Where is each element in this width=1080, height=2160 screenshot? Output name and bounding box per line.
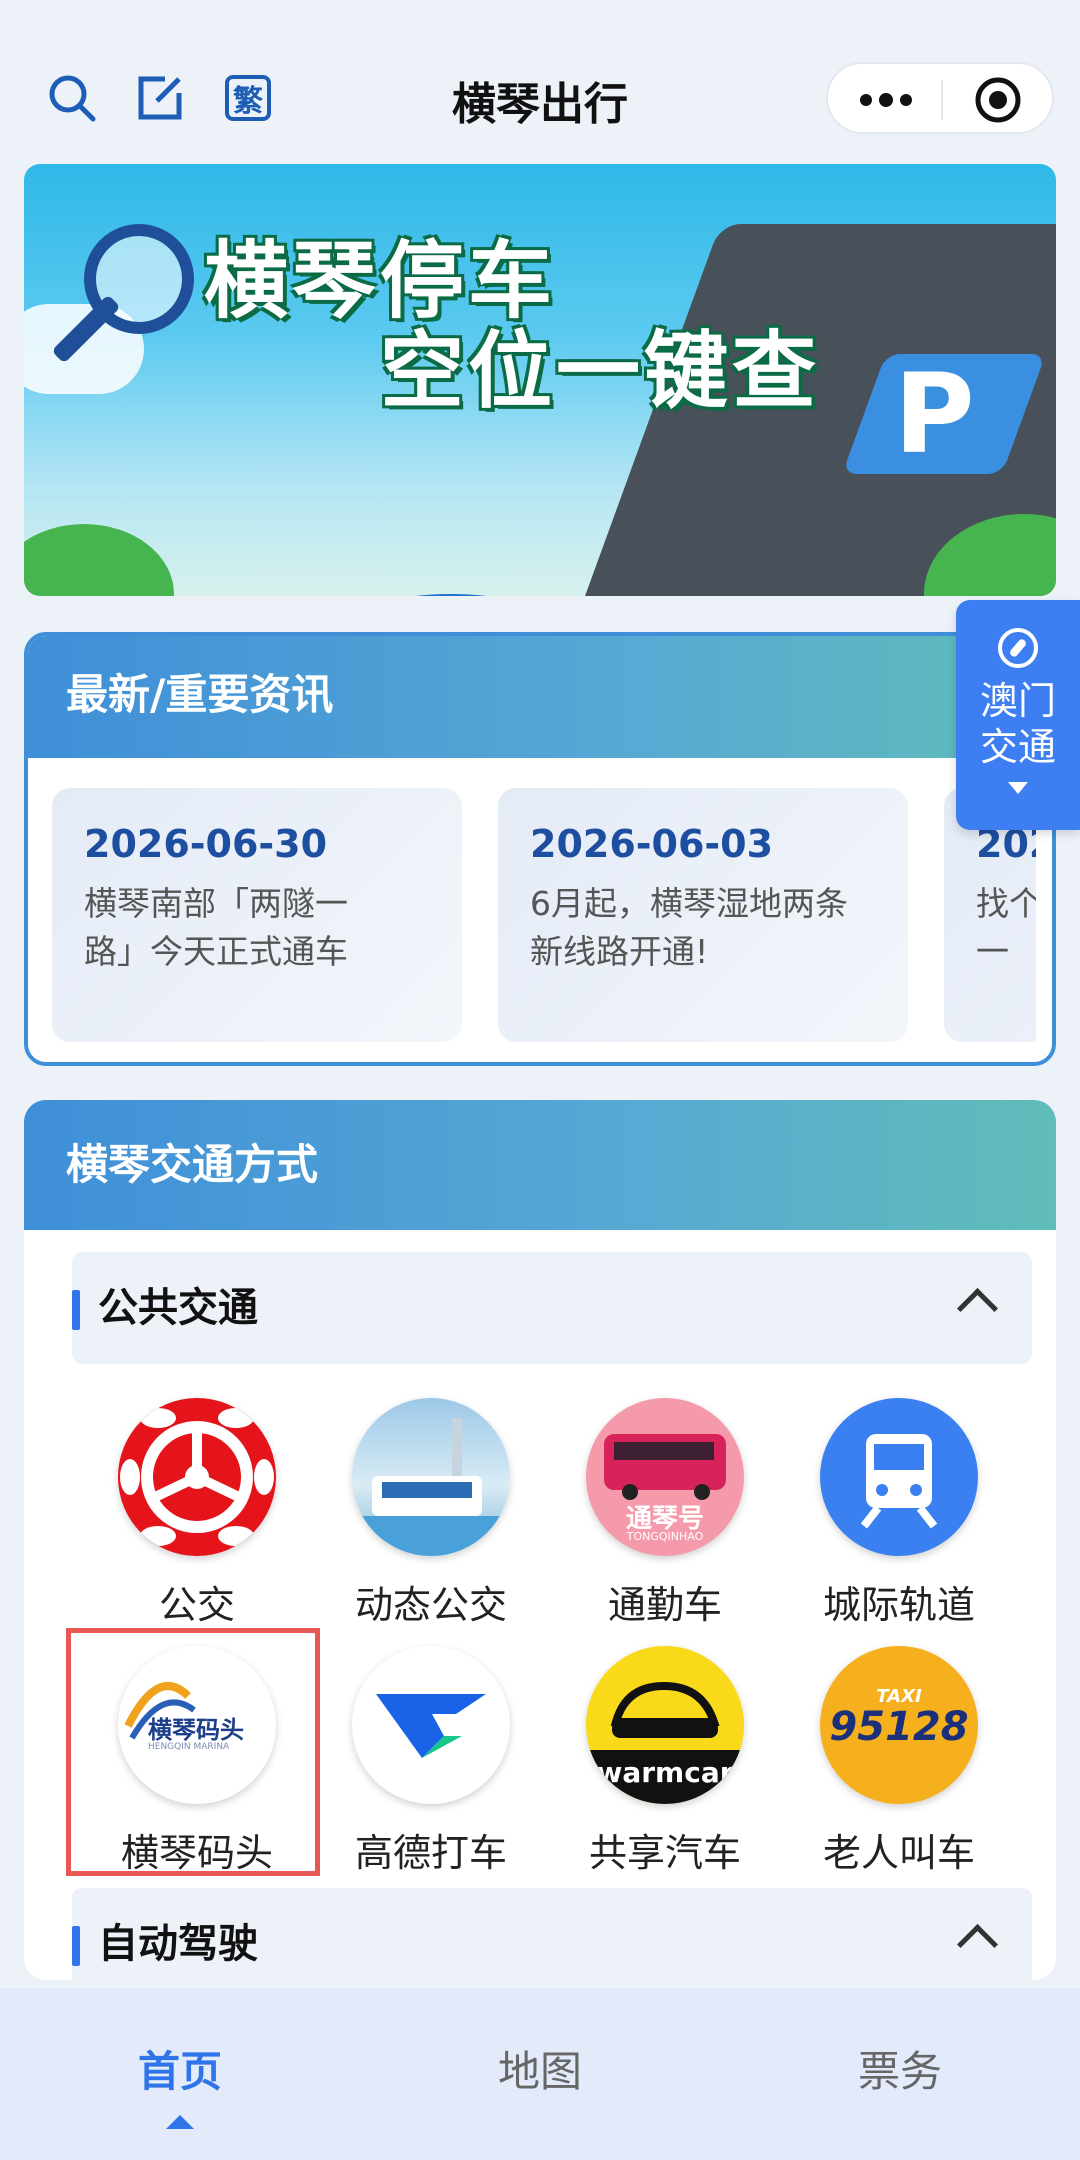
parking-sign-letter: P [894, 350, 975, 478]
train-icon [820, 1398, 978, 1556]
news-item[interactable]: 2026-06-30 横琴南部「两隧一 路」今天正式通车 [52, 788, 462, 1042]
tab-tickets[interactable]: 票务 [720, 2038, 1080, 2099]
news-text-line1: 横琴南部「两隧一 [84, 884, 348, 923]
taxi-logo-text: 95128 [829, 1704, 969, 1750]
transport-card-title: 横琴交通方式 [24, 1100, 1056, 1230]
tab-label: 地图 [497, 2047, 582, 2096]
macau-label-line2: 交通 [979, 725, 1056, 769]
news-list[interactable]: 2026-06-30 横琴南部「两隧一 路」今天正式通车 2026-06-03 … [52, 788, 1036, 1042]
bridge-illustration [264, 594, 638, 596]
capsule-divider [941, 80, 943, 120]
more-icon[interactable] [856, 88, 916, 112]
section-accent-bar [72, 1926, 80, 1966]
tab-map[interactable]: 地图 [360, 2038, 720, 2099]
news-text-line2: 一 [976, 932, 1009, 971]
transport-item-label: 城际轨道 [822, 1583, 975, 1627]
transport-item-label: 动态公交 [354, 1583, 507, 1627]
tab-label: 票务 [857, 2047, 942, 2096]
transport-item-dynamic-bus[interactable]: 动态公交 [314, 1398, 548, 1629]
banner-title-line2: 空位一键查 [380, 322, 821, 420]
transport-item-label: 通勤车 [607, 1583, 722, 1627]
macau-traffic-button[interactable]: 澳门 交通 [956, 600, 1080, 830]
dynamic-bus-icon [352, 1398, 510, 1556]
commuter-logo-sub: TONGQINHAO [626, 1530, 704, 1543]
warmcar-logo-icon: warmcar [586, 1646, 744, 1804]
transport-item-commuter[interactable]: 通琴号 TONGQINHAO 通勤车 [548, 1398, 782, 1629]
amap-logo-icon [352, 1646, 510, 1804]
transport-item-amap-taxi[interactable]: 高德打车 [314, 1646, 548, 1877]
selection-highlight [66, 1628, 320, 1876]
news-text-line1: 找个 [976, 884, 1036, 923]
commuter-bus-icon: 通琴号 TONGQINHAO [586, 1398, 744, 1556]
tab-label: 首页 [137, 2047, 222, 2096]
caret-down-icon [1008, 782, 1028, 794]
news-text-line2: 新线路开通! [530, 932, 709, 971]
transport-item-label: 老人叫车 [822, 1831, 975, 1875]
chevron-up-icon[interactable] [956, 1923, 999, 1966]
transport-item-label: 共享汽车 [588, 1831, 741, 1875]
compass-icon [998, 628, 1038, 668]
section-accent-bar [72, 1290, 80, 1330]
transport-item-car-share[interactable]: warmcar 共享汽车 [548, 1646, 782, 1877]
section-public-transport[interactable]: 公共交通 [72, 1252, 1032, 1364]
bus-icon [118, 1398, 276, 1556]
transport-item-elderly-taxi[interactable]: TAXI 95128 老人叫车 [782, 1646, 1016, 1877]
section-autonomous-driving[interactable]: 自动驾驶 [72, 1888, 1032, 1980]
target-icon[interactable] [974, 76, 1022, 124]
parking-banner[interactable]: P 横琴停车 空位一键查 [24, 164, 1056, 596]
navigation-bar: 繁 横琴出行 [0, 40, 1080, 150]
active-indicator-icon [166, 2115, 194, 2129]
news-text-line1: 6月起，横琴湿地两条 [530, 884, 848, 923]
news-date: 2026-06-03 [530, 822, 774, 866]
warmcar-logo-text: warmcar [596, 1756, 734, 1789]
chevron-up-icon[interactable] [956, 1287, 999, 1330]
news-card: 最新/重要资讯 2026-06-30 横琴南部「两隧一 路」今天正式通车 202… [24, 632, 1056, 1066]
news-text-line2: 路」今天正式通车 [84, 932, 348, 971]
section-title: 公共交通 [98, 1285, 258, 1331]
news-date: 2026-06-30 [84, 822, 328, 866]
tab-home[interactable]: 首页 [0, 2038, 360, 2129]
bottom-tab-bar: 首页 地图 票务 [0, 1988, 1080, 2160]
news-item[interactable]: 2026-06-03 6月起，横琴湿地两条 新线路开通! [498, 788, 908, 1042]
transport-item-bus[interactable]: 公交 [80, 1398, 314, 1629]
transport-item-intercity-rail[interactable]: 城际轨道 [782, 1398, 1016, 1629]
macau-label-line1: 澳门 [979, 679, 1056, 723]
transport-item-label: 公交 [158, 1583, 235, 1627]
transport-item-label: 高德打车 [354, 1831, 507, 1875]
news-card-title: 最新/重要资讯 [28, 636, 1052, 758]
taxi-logo-icon: TAXI 95128 [820, 1646, 978, 1804]
bush [24, 524, 174, 596]
mini-program-capsule [826, 62, 1054, 134]
section-title: 自动驾驶 [98, 1921, 258, 1967]
